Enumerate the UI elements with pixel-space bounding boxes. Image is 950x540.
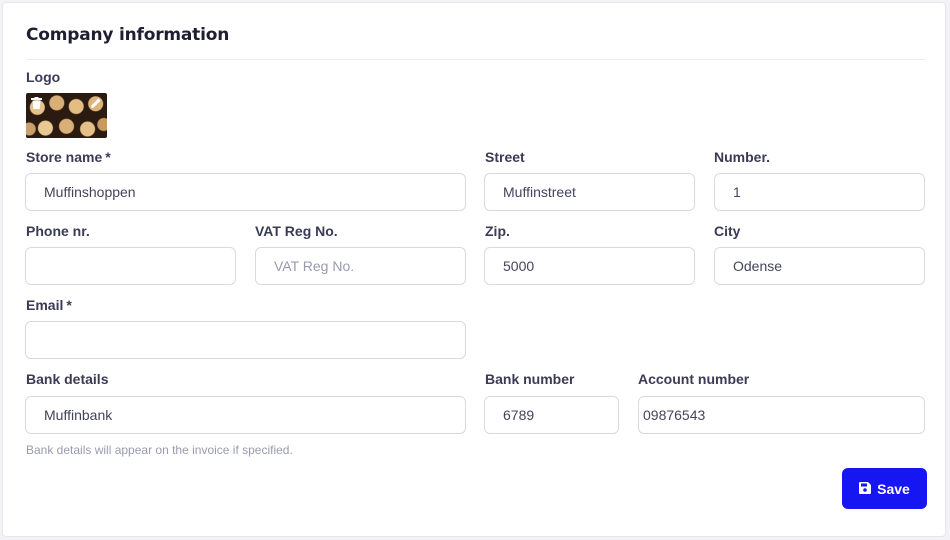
pencil-icon[interactable]	[89, 96, 103, 110]
divider	[26, 59, 926, 60]
floppy-disk-icon	[859, 481, 872, 497]
number-label: Number.	[714, 149, 771, 165]
bank-details-label: Bank details	[26, 371, 109, 387]
bank-number-label: Bank number	[485, 371, 575, 387]
trash-icon[interactable]	[29, 96, 43, 110]
street-label: Street	[485, 149, 525, 165]
account-number-input[interactable]	[638, 396, 925, 434]
city-label: City	[714, 223, 741, 239]
bank-details-help: Bank details will appear on the invoice …	[26, 443, 293, 457]
number-input[interactable]	[714, 173, 925, 211]
phone-label: Phone nr.	[26, 223, 90, 239]
store-name-input[interactable]	[25, 173, 466, 211]
vat-label: VAT Reg No.	[255, 223, 338, 239]
logo-label: Logo	[26, 69, 61, 85]
email-label: Email *	[26, 297, 72, 313]
save-button-label: Save	[877, 480, 910, 497]
phone-input[interactable]	[25, 247, 236, 285]
email-input[interactable]	[25, 321, 466, 359]
bank-number-input[interactable]	[484, 396, 619, 434]
account-number-label: Account number	[638, 371, 750, 387]
save-button[interactable]: Save	[842, 468, 927, 509]
bank-details-input[interactable]	[25, 396, 466, 434]
street-input[interactable]	[484, 173, 695, 211]
zip-input[interactable]	[484, 247, 695, 285]
store-name-label: Store name *	[26, 149, 111, 165]
logo-image	[26, 93, 107, 138]
city-input[interactable]	[714, 247, 925, 285]
vat-input[interactable]	[255, 247, 466, 285]
page-title: Company information	[26, 25, 230, 45]
company-info-card: Company information Logo Store name* Str…	[2, 2, 946, 537]
zip-label: Zip.	[485, 223, 510, 239]
